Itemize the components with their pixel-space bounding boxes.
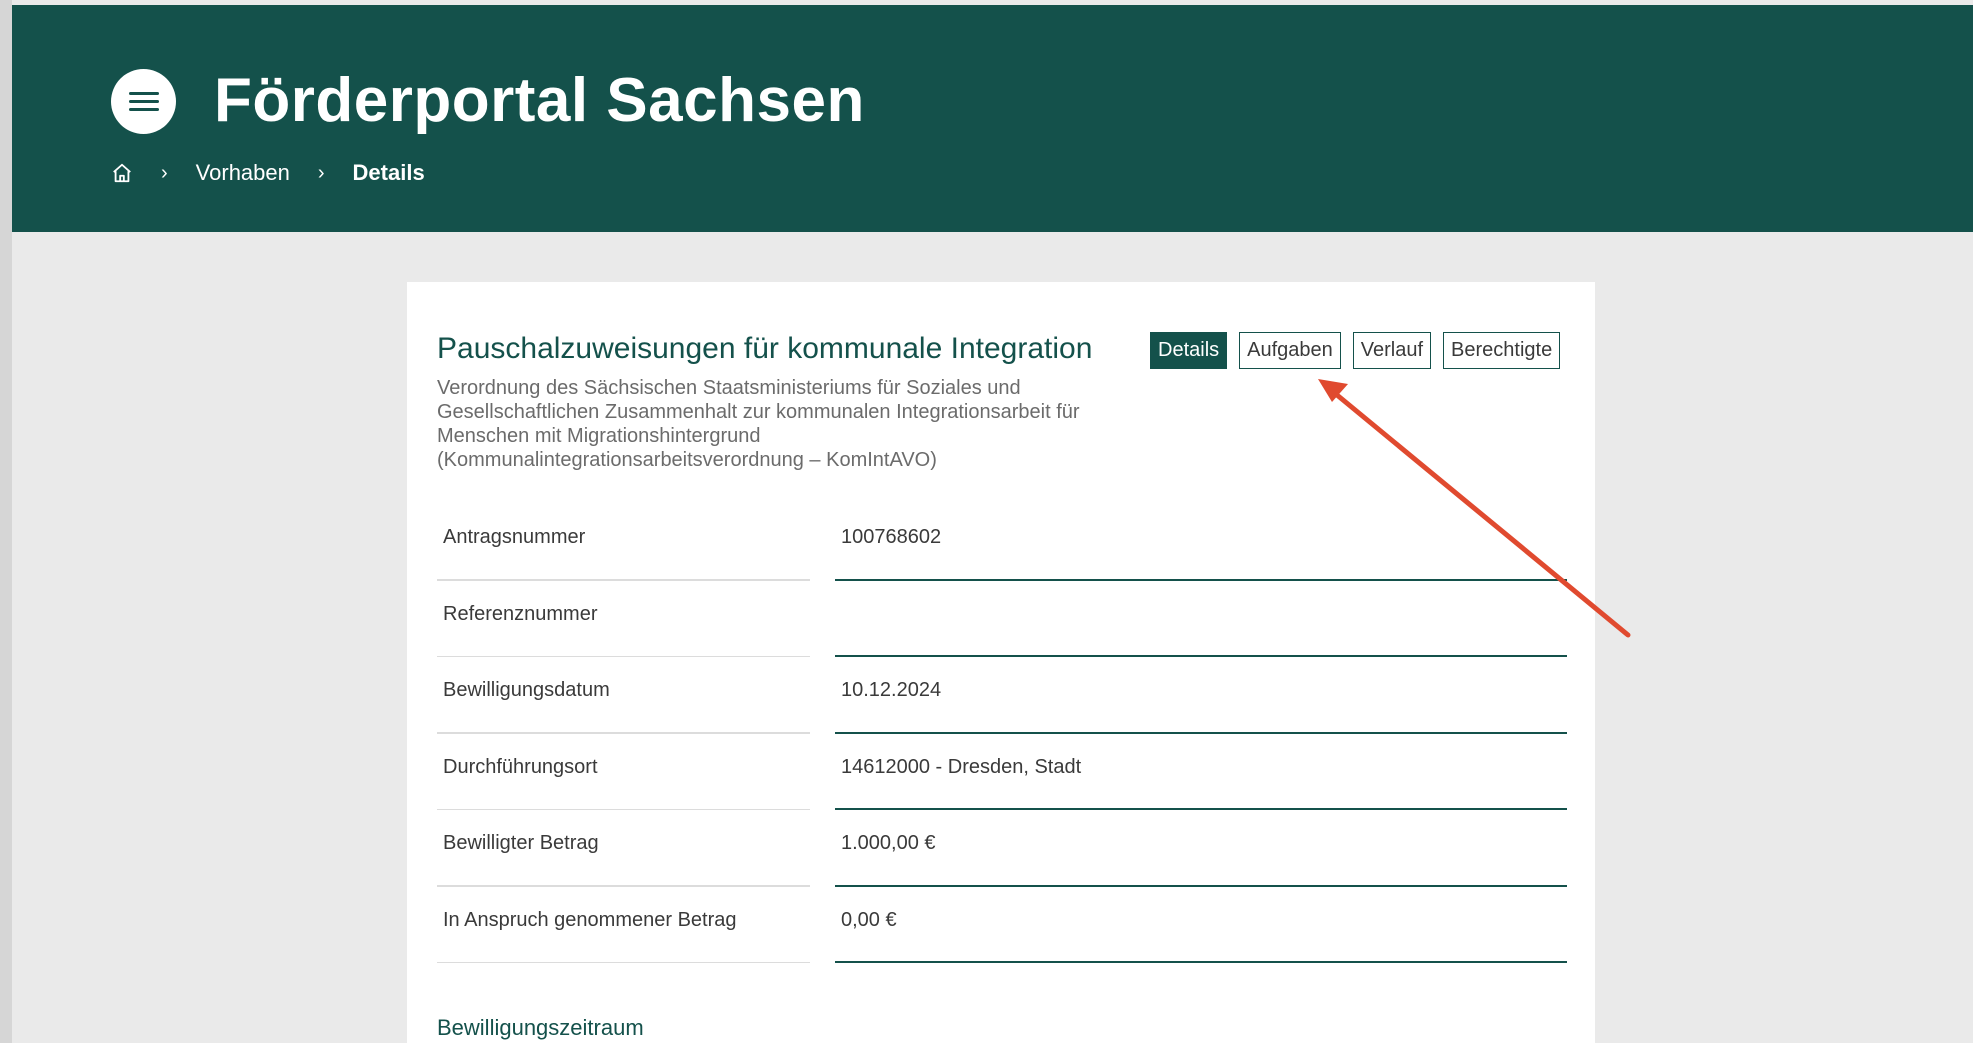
chevron-right-icon: › — [317, 161, 325, 184]
field-durchfuehrungsort: Durchführungsort 14612000 - Dresden, Sta… — [437, 734, 1567, 810]
details-fields: Antragsnummer 100768602 Referenznummer B… — [437, 504, 1567, 963]
hamburger-icon — [128, 87, 159, 116]
section-title-bewilligungszeitraum: Bewilligungszeitraum — [437, 1015, 644, 1040]
field-label: Durchführungsort — [443, 755, 598, 778]
field-label: Bewilligungsdatum — [443, 679, 610, 701]
tab-berechtigte[interactable]: Berechtigte — [1443, 332, 1561, 369]
description-line: Gesellschaftlichen Zusammenhalt zur komm… — [437, 401, 1080, 423]
field-in-anspruch-genommener-betrag: In Anspruch genommener Betrag 0,00 € — [437, 887, 1567, 963]
divider — [437, 961, 810, 963]
app-title: Förderportal Sachsen — [214, 66, 865, 135]
field-label: Referenznummer — [443, 602, 598, 625]
field-bewilligter-betrag: Bewilligter Betrag 1.000,00 € — [437, 810, 1567, 887]
tab-aufgaben[interactable]: Aufgaben — [1239, 332, 1341, 369]
field-value: 100768602 — [841, 526, 942, 548]
field-label: Antragsnummer — [443, 526, 586, 548]
field-value: 10.12.2024 — [841, 679, 942, 701]
field-referenznummer: Referenznummer — [437, 581, 1567, 657]
field-value: 14612000 - Dresden, Stadt — [841, 755, 1082, 778]
field-label: Bewilligter Betrag — [443, 832, 599, 854]
home-icon[interactable] — [111, 162, 133, 184]
menu-button[interactable] — [111, 69, 176, 134]
field-antragsnummer: Antragsnummer 100768602 — [437, 504, 1567, 581]
breadcrumb-item-vorhaben[interactable]: Vorhaben — [196, 160, 290, 186]
screen: Förderportal Sachsen › Vorhaben › Detail… — [0, 0, 1973, 1043]
tab-verlauf[interactable]: Verlauf — [1352, 332, 1432, 369]
tab-details[interactable]: Details — [1150, 332, 1228, 369]
value-underline — [835, 961, 1567, 963]
breadcrumb-item-details: Details — [352, 160, 425, 185]
description-line: Menschen mit Migrationshintergrund — [437, 425, 761, 447]
page-title: Pauschalzuweisungen für kommunale Integr… — [437, 332, 1093, 365]
window-border — [0, 0, 12, 1043]
field-value: 0,00 € — [841, 908, 897, 931]
description-line: Verordnung des Sächsischen Staatsministe… — [437, 377, 1021, 399]
field-bewilligungsdatum: Bewilligungsdatum 10.12.2024 — [437, 657, 1567, 734]
tab-bar: Details Aufgaben Verlauf Berechtigte — [1150, 332, 1561, 369]
breadcrumb: › Vorhaben › Details — [111, 160, 425, 186]
field-label: In Anspruch genommener Betrag — [443, 908, 737, 931]
app-header: Förderportal Sachsen › Vorhaben › Detail… — [12, 5, 1973, 232]
field-value: 1.000,00 € — [841, 832, 936, 854]
details-card: Pauschalzuweisungen für kommunale Integr… — [407, 282, 1595, 1043]
program-description: Verordnung des Sächsischen Staatsministe… — [437, 376, 1137, 472]
chevron-right-icon: › — [161, 161, 168, 184]
description-line: (Kommunalintegrationsarbeitsverordnung –… — [437, 449, 937, 471]
